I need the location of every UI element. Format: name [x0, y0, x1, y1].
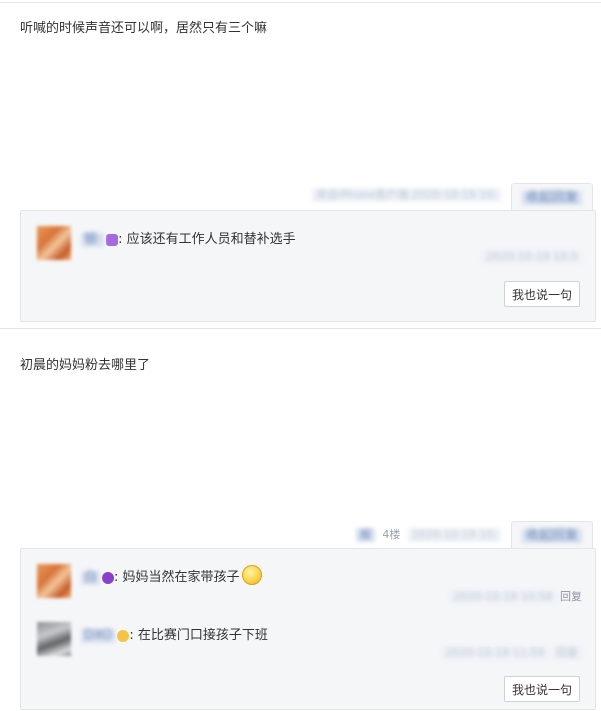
say-something-button[interactable]: 我也说一句: [504, 676, 580, 702]
reply-item: DXO: 在比赛门口接孩子下班 2020-10-19 11:59 回复: [37, 622, 582, 678]
collapse-replies-tab[interactable]: 收起回复: [511, 521, 593, 550]
devil-emoji-icon: [102, 571, 115, 584]
post-meta: 报 4楼 2020-10-19 10:: [355, 526, 501, 544]
reply-text: 应该还有工作人员和替补选手: [126, 232, 296, 247]
post-divider: [0, 328, 601, 329]
post-meta: 来自iPhone客户端 2020-10-19 10:: [312, 188, 501, 206]
avatar[interactable]: [37, 564, 71, 598]
post-text: 初晨的妈妈粉去哪里了: [20, 358, 151, 373]
post-time: 2020-10-19 10:: [407, 528, 501, 542]
floor-number: 4楼: [382, 528, 401, 541]
post-author[interactable]: 报: [355, 528, 375, 542]
face-emoji-icon: [117, 629, 130, 642]
user-badge-icon: [106, 233, 119, 246]
reply-line: DXO: 在比赛门口接孩子下班: [81, 624, 268, 643]
reply-item: 白: 妈妈当然在家带孩子 2020-10-19 10:58 回复: [37, 564, 582, 620]
reply-link[interactable]: 回复: [560, 590, 582, 603]
collapse-replies-tab[interactable]: 收起回复: [511, 183, 593, 212]
reply-line: 银·: 应该还有工作人员和替补选手: [81, 228, 296, 247]
reply-box: 白: 妈妈当然在家带孩子 2020-10-19 10:58 回复 DXO: 在比…: [20, 548, 596, 710]
reply-text: 妈妈当然在家带孩子: [122, 570, 240, 585]
reply-line: 白: 妈妈当然在家带孩子: [81, 564, 262, 585]
avatar[interactable]: [37, 622, 71, 656]
reply-meta: 2020-10-19 11:59 回复: [441, 646, 582, 660]
reply-box: 银·: 应该还有工作人员和替补选手 2020-10-19 10:5 我也说一句: [20, 210, 596, 322]
say-something-button[interactable]: 我也说一句: [504, 281, 580, 307]
reply-item: 银·: 应该还有工作人员和替补选手 2020-10-19 10:5: [37, 226, 582, 282]
post-meta-info: 来自iPhone客户端 2020-10-19 10:: [312, 188, 501, 202]
reply-text: 在比赛门口接孩子下班: [137, 628, 268, 643]
top-divider: [0, 2, 601, 3]
reply-link[interactable]: 回复: [552, 646, 582, 660]
reply-text: :: [129, 628, 138, 643]
reply-username[interactable]: DXO: [81, 628, 116, 643]
avatar[interactable]: [37, 226, 71, 260]
reply-username[interactable]: 银·: [81, 232, 105, 247]
reply-meta: 2020-10-19 10:5: [481, 250, 582, 264]
reply-text: :: [118, 232, 127, 247]
reply-username[interactable]: 白: [81, 570, 101, 585]
post-text: 听喊的时候声音还可以啊，居然只有三个嘛: [20, 21, 268, 36]
reply-text: :: [114, 570, 123, 585]
smile-emoji-icon: [241, 564, 262, 585]
reply-meta: 2020-10-19 10:58 回复: [449, 588, 582, 604]
